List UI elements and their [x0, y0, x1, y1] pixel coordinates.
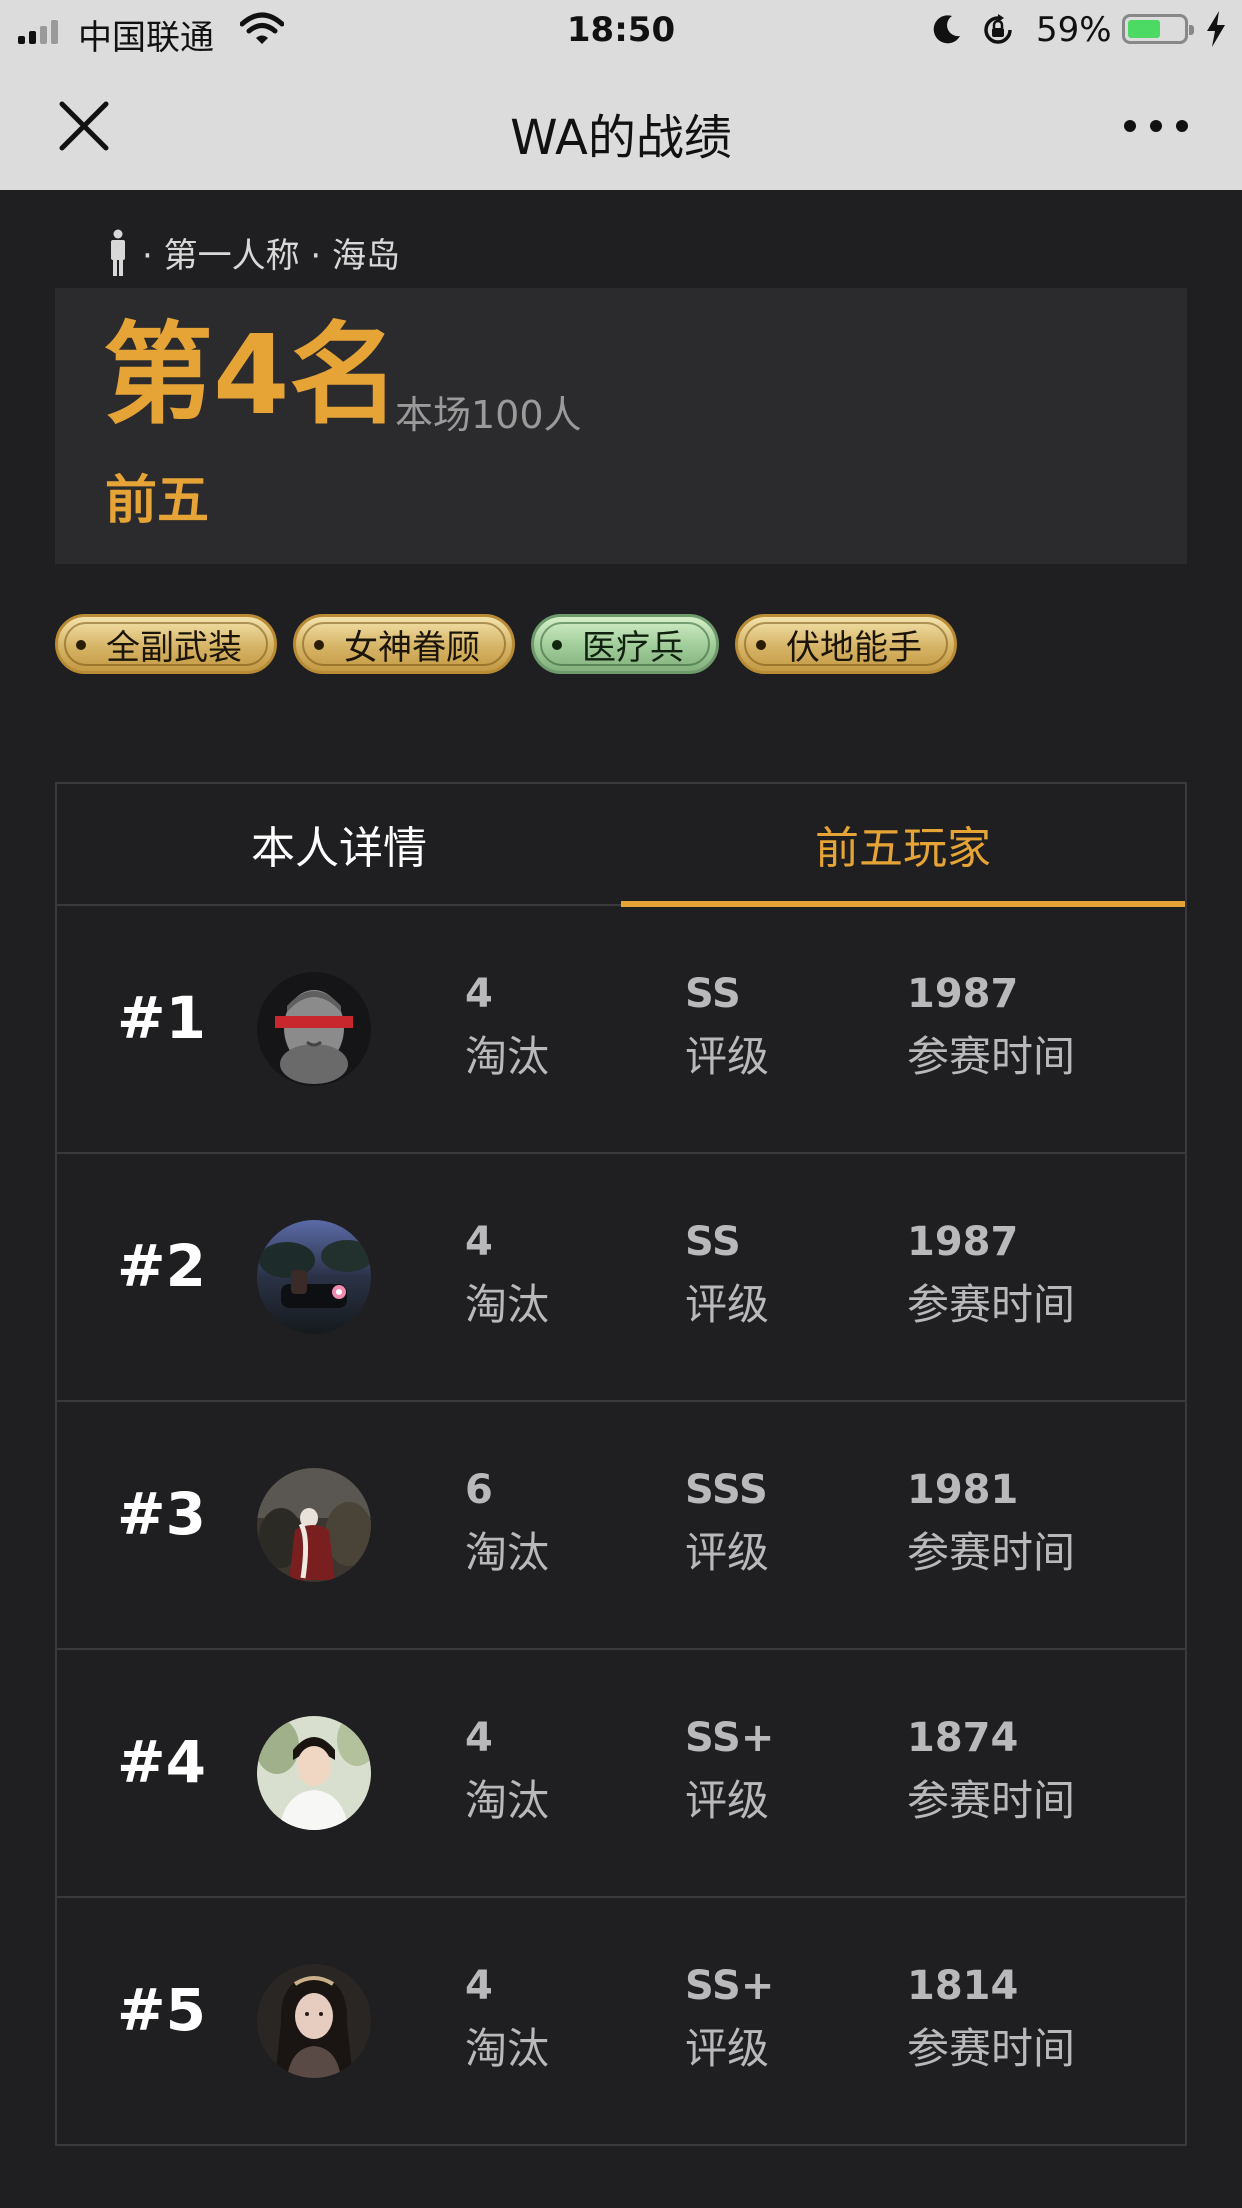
time-value: 1981 [907, 1467, 1019, 1513]
time-stat: 1814 参赛时间 [907, 1966, 1075, 2070]
kills-stat: 4 淘汰 [465, 974, 549, 1078]
dot [1124, 120, 1136, 132]
dot [1150, 120, 1162, 132]
badge-label: 医疗兵 [582, 627, 684, 668]
kills-value: 4 [465, 1963, 493, 2009]
time-label: 参赛时间 [907, 1280, 1076, 1329]
grade-label: 评级 [685, 1528, 770, 1577]
player-row[interactable]: #5 4 淘汰 SS+ 评级 1814 参赛时间 [57, 1898, 1185, 2146]
grade-value: SS+ [685, 1963, 775, 2009]
status-bar: 中国联通 18:50 59% [0, 0, 1242, 60]
kills-label: 淘汰 [465, 2024, 550, 2073]
charging-bolt-icon [1207, 11, 1225, 47]
badge-label: 伏地能手 [786, 627, 922, 668]
player-rank: #5 [117, 1976, 206, 2044]
kills-label: 淘汰 [465, 1528, 550, 1577]
game-character-avatar[interactable] [257, 1468, 371, 1582]
player-rank: #4 [117, 1728, 206, 1796]
battery-fill [1128, 20, 1160, 38]
grade-stat: SSS 评级 [685, 1470, 769, 1574]
person-white-shirt-avatar[interactable] [257, 1716, 371, 1830]
moon-icon [933, 15, 960, 44]
player-row[interactable]: #2 4 淘汰 SS 评级 1987 参赛时间 [57, 1154, 1185, 1402]
tab-bar: 本人详情 前五玩家 [57, 784, 1185, 907]
time-label: 参赛时间 [907, 1528, 1076, 1577]
kills-label: 淘汰 [465, 1280, 550, 1329]
player-row[interactable]: #4 4 淘汰 SS+ 评级 1874 参赛时间 [57, 1650, 1185, 1898]
top-bar: 中国联通 18:50 59% WA的战绩 [0, 0, 1242, 190]
player-rank: #3 [117, 1480, 206, 1548]
time-label: 参赛时间 [907, 1032, 1076, 1081]
badge-goddess-favor: 女神眷顾 [293, 614, 515, 674]
page-title: WA的战绩 [510, 110, 732, 166]
badge-fully-armed: 全副武装 [55, 614, 277, 674]
rotation-lock-icon [984, 14, 1012, 44]
time-value: 1874 [907, 1715, 1019, 1761]
kills-label: 淘汰 [465, 1032, 550, 1081]
woman-portrait-avatar[interactable] [257, 1964, 371, 2078]
more-options-icon[interactable] [1124, 116, 1188, 136]
grade-label: 评级 [685, 1032, 770, 1081]
grade-label: 评级 [685, 2024, 770, 2073]
time-label: 参赛时间 [907, 1776, 1076, 1825]
rank-tier: 前五 [105, 471, 210, 531]
time-stat: 1981 参赛时间 [907, 1470, 1075, 1574]
time-value: 1987 [907, 971, 1019, 1017]
dot [1176, 120, 1188, 132]
rank-card: 第4名 本场100人 前五 [55, 288, 1187, 564]
time-label: 参赛时间 [907, 2024, 1076, 2073]
match-mode: · 第一人称 · 海岛 [108, 228, 400, 277]
top-players-panel: 本人详情 前五玩家 #1 4 淘汰 SS 评级 1987 参赛时间 #2 4 淘… [55, 782, 1187, 2146]
grade-value: SS+ [685, 1715, 775, 1761]
player-rank: #2 [117, 1232, 206, 1300]
kills-stat: 4 淘汰 [465, 1966, 549, 2070]
kills-value: 4 [465, 1219, 493, 1265]
tab-top-five[interactable]: 前五玩家 [621, 784, 1185, 907]
kills-value: 4 [465, 971, 493, 1017]
rank-value: 第4名 [103, 311, 400, 439]
kills-stat: 6 淘汰 [465, 1470, 549, 1574]
battery-nub [1189, 25, 1194, 35]
time-stat: 1987 参赛时间 [907, 974, 1075, 1078]
nav-bar: WA的战绩 [0, 70, 1242, 180]
kills-value: 6 [465, 1467, 493, 1513]
tab-my-details[interactable]: 本人详情 [57, 784, 621, 904]
kills-stat: 4 淘汰 [465, 1222, 549, 1326]
player-row[interactable]: #1 4 淘汰 SS 评级 1987 参赛时间 [57, 906, 1185, 1154]
time-value: 1987 [907, 1219, 1019, 1265]
grade-value: SS [685, 1219, 741, 1265]
badge-label: 全副武装 [106, 627, 242, 668]
grade-value: SS [685, 971, 741, 1017]
statue-avatar[interactable] [257, 972, 371, 1086]
grade-stat: SS+ 评级 [685, 1718, 774, 1822]
player-count: 本场100人 [395, 393, 582, 437]
badge-medic: 医疗兵 [531, 614, 719, 674]
player-row[interactable]: #3 6 淘汰 SSS 评级 1981 参赛时间 [57, 1402, 1185, 1650]
mode-label: · 第一人称 · 海岛 [142, 236, 401, 276]
grade-stat: SS 评级 [685, 974, 769, 1078]
badge-prone-expert: 伏地能手 [735, 614, 957, 674]
time-stat: 1987 参赛时间 [907, 1222, 1075, 1326]
battery-icon [1122, 14, 1194, 44]
grade-value: SSS [685, 1467, 768, 1513]
achievement-badges: 全副武装 女神眷顾 医疗兵 伏地能手 [55, 614, 957, 674]
player-rank: #1 [117, 984, 206, 1052]
kills-label: 淘汰 [465, 1776, 550, 1825]
grade-label: 评级 [685, 1280, 770, 1329]
grade-stat: SS 评级 [685, 1222, 769, 1326]
grade-label: 评级 [685, 1776, 770, 1825]
battery-percent: 59% [1036, 10, 1112, 50]
grade-stat: SS+ 评级 [685, 1966, 774, 2070]
night-car-avatar[interactable] [257, 1220, 371, 1334]
time-stat: 1874 参赛时间 [907, 1718, 1075, 1822]
badge-label: 女神眷顾 [344, 627, 480, 668]
kills-stat: 4 淘汰 [465, 1718, 549, 1822]
time-value: 1814 [907, 1963, 1019, 2009]
kills-value: 4 [465, 1715, 493, 1761]
person-icon [111, 229, 125, 276]
